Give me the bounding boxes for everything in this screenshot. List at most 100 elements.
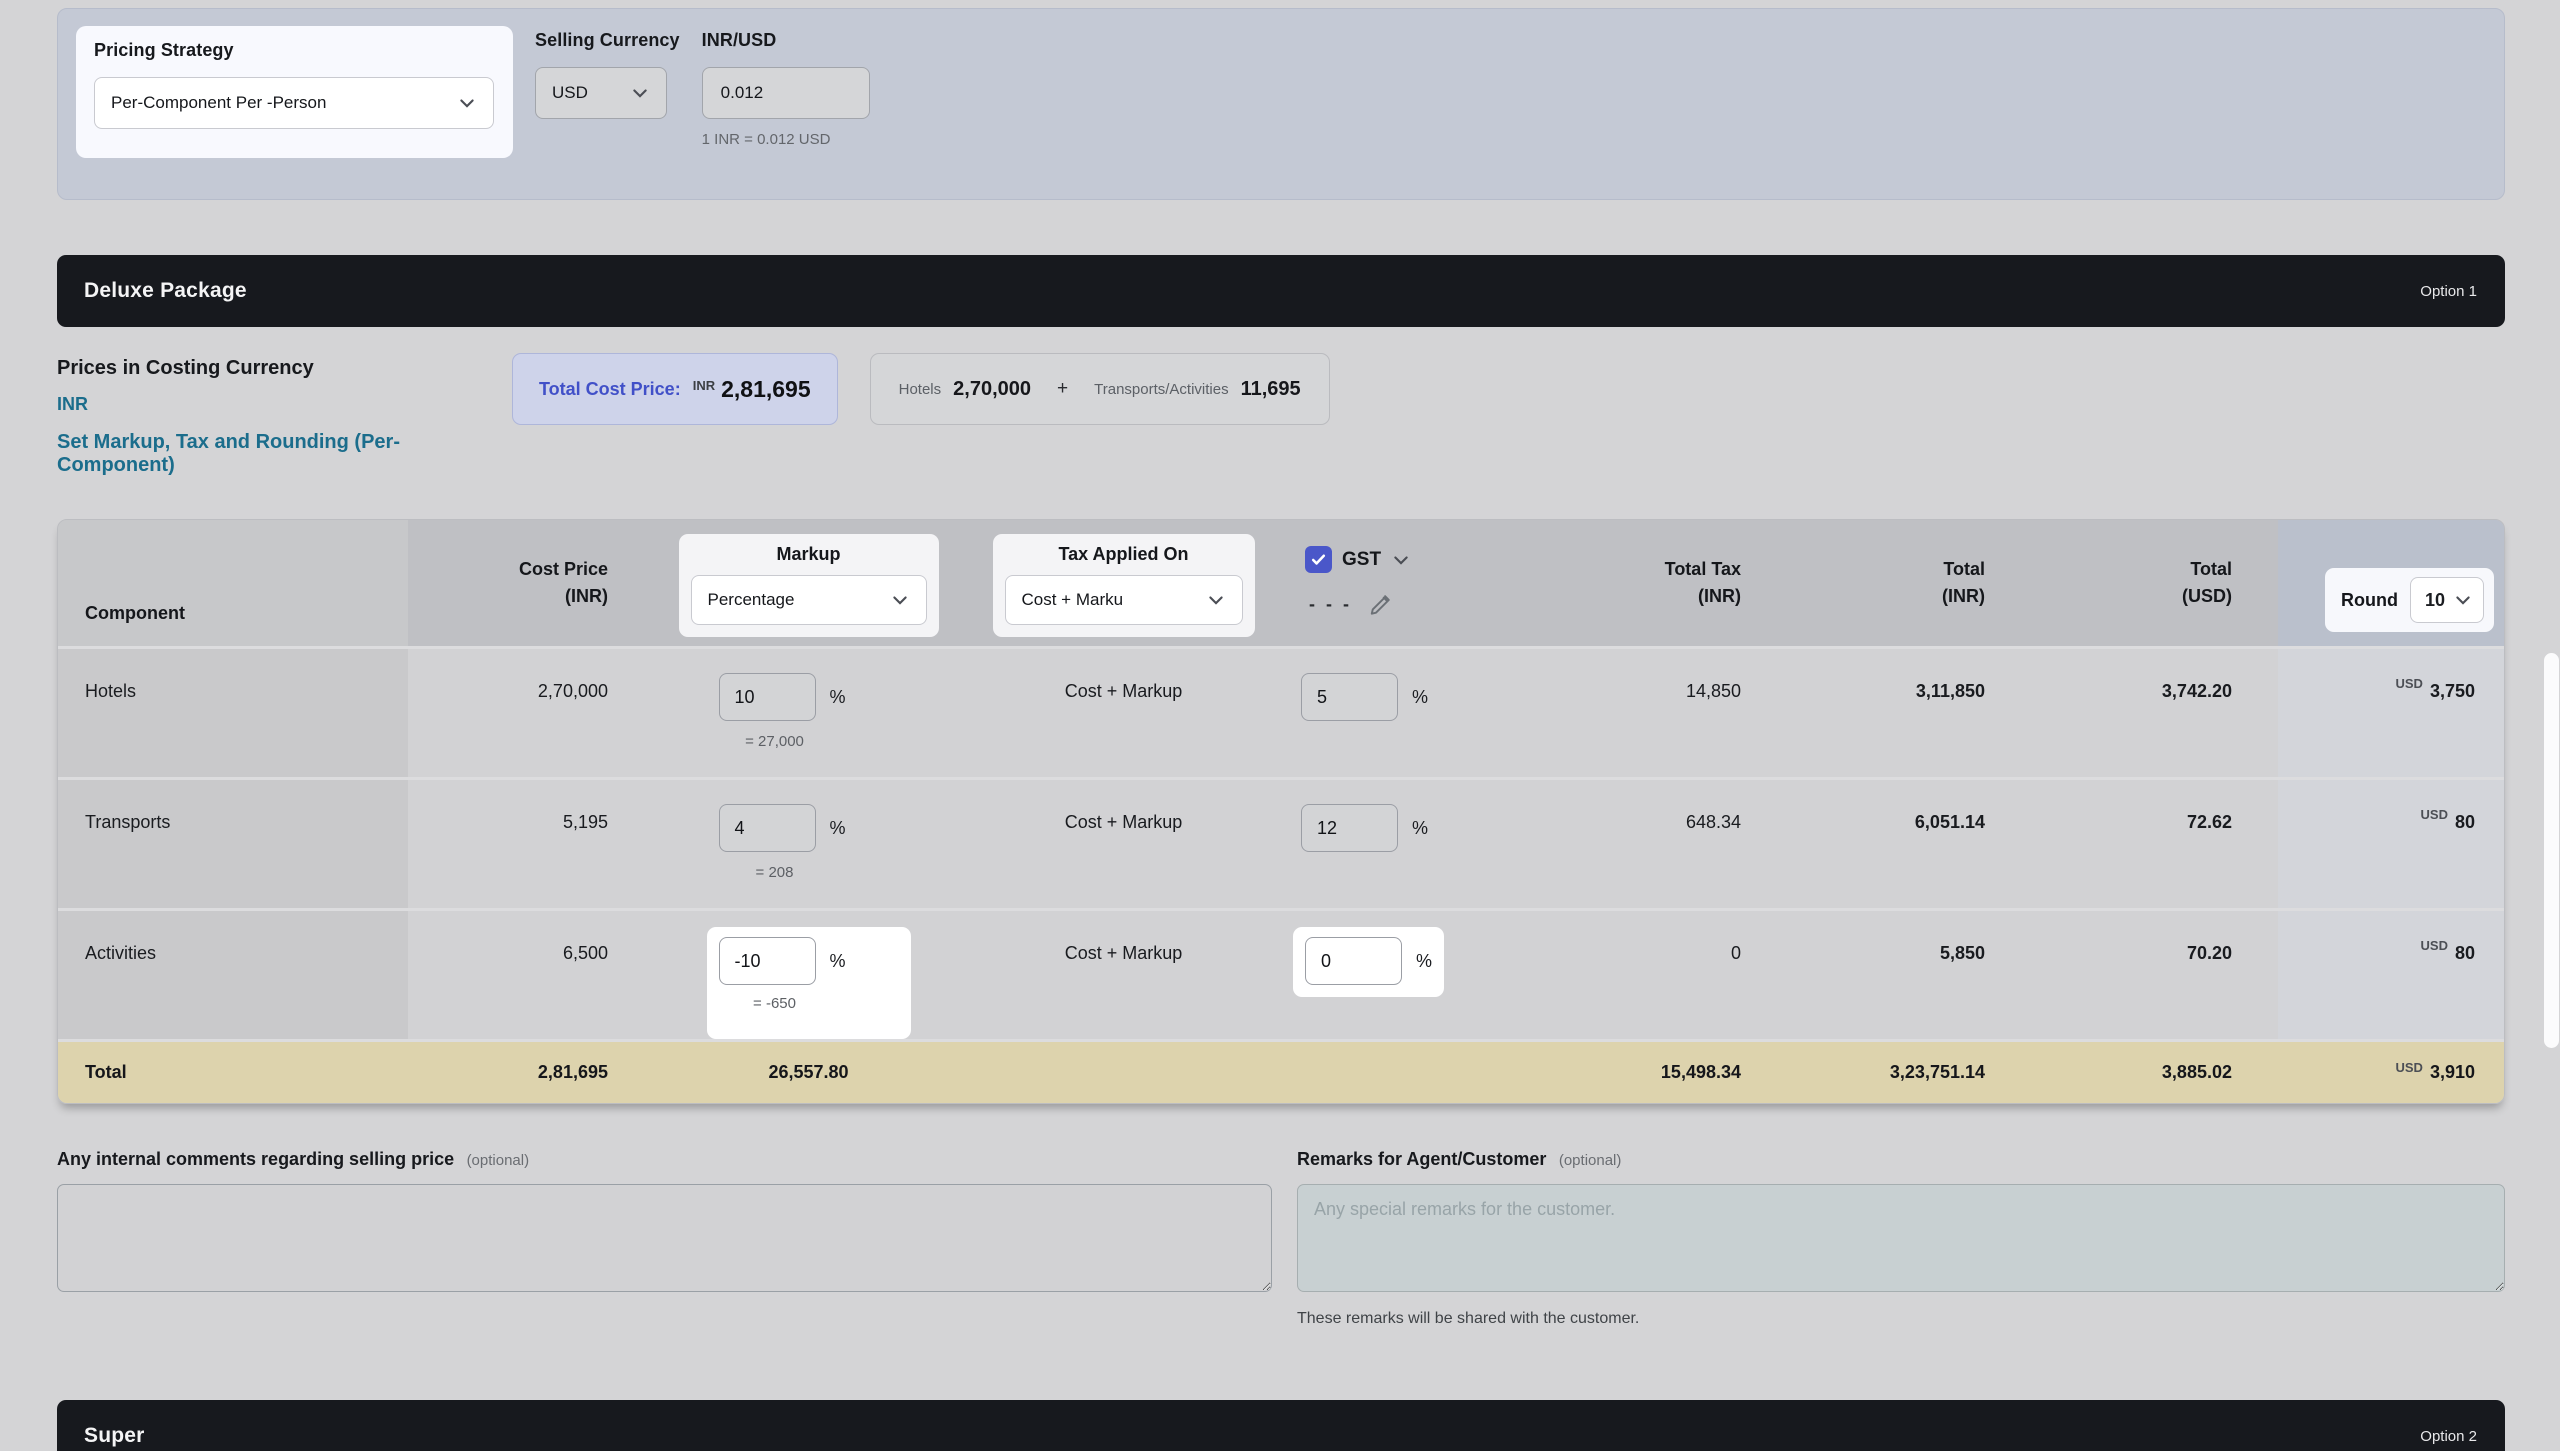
markup-equals: = 27,000: [719, 733, 831, 750]
package-option-badge: Option 1: [2420, 283, 2477, 300]
total-cost-currency: INR: [693, 378, 715, 393]
row-total-inr: 6,051.14: [1791, 780, 2031, 908]
row-total-tax: 648.34: [1531, 780, 1791, 908]
pricing-strategy-select[interactable]: Per-Component Per -Person: [94, 77, 494, 129]
total-rounded-usd: USD 3,910: [2278, 1062, 2504, 1083]
markup-equals: = -650: [719, 995, 831, 1012]
row-gst-cell: 5 %: [1281, 649, 1531, 777]
gst-header-label: GST: [1342, 549, 1381, 571]
table-row: Transports 5,195 4 % = 208 Cost + Markup…: [58, 777, 2504, 908]
header-markup: Markup Percentage: [651, 520, 966, 646]
row-markup-cell: 4 % = 208: [651, 780, 966, 908]
remarks-optional: (optional): [1559, 1152, 1622, 1169]
table-row: Hotels 2,70,000 10 % = 27,000 Cost + Mar…: [58, 646, 2504, 777]
markup-mode-value: Percentage: [708, 590, 795, 610]
remarks-textarea[interactable]: [1297, 1184, 2505, 1292]
tax-applied-select[interactable]: Cost + Marku: [1005, 575, 1243, 625]
next-package-header-bar[interactable]: Super Option 2: [57, 1400, 2505, 1451]
markup-input[interactable]: 4: [719, 804, 816, 852]
internal-comments-label: Any internal comments regarding selling …: [57, 1149, 454, 1169]
selling-currency-label: Selling Currency: [535, 30, 680, 51]
table-row: Activities 6,500 -10 % = -650 Cost + Mar…: [58, 908, 2504, 1039]
exchange-rate-value: 0.012: [721, 83, 764, 103]
markup-mode-select[interactable]: Percentage: [691, 575, 927, 625]
selling-currency-select[interactable]: USD: [535, 67, 667, 119]
gst-input[interactable]: 12: [1301, 804, 1398, 852]
row-rounded-usd: USD 80: [2278, 911, 2504, 1039]
next-package-option-badge: Option 2: [2420, 1428, 2477, 1445]
row-gst-cell: 0 %: [1281, 911, 1531, 1039]
row-total-usd: 3,742.20: [2031, 649, 2278, 777]
markup-input[interactable]: -10: [719, 937, 816, 985]
exchange-rate-hint: 1 INR = 0.012 USD: [702, 131, 870, 148]
percent-suffix: %: [830, 818, 846, 839]
markup-table: Component Cost Price (INR) Markup Percen…: [57, 519, 2505, 1104]
round-label: Round: [2341, 590, 2398, 611]
markup-input[interactable]: 10: [719, 673, 816, 721]
total-label: Total: [58, 1062, 408, 1083]
set-markup-link[interactable]: Set Markup, Tax and Rounding (Per-Compon…: [57, 431, 512, 477]
round-value: 10: [2425, 590, 2445, 611]
plus-sign: +: [1057, 378, 1068, 400]
round-select[interactable]: 10: [2410, 577, 2484, 623]
percent-suffix: %: [1416, 951, 1432, 972]
header-total-usd: Total (USD): [2031, 520, 2278, 646]
total-cost-value: 2,81,695: [721, 376, 811, 403]
row-tax-applied: Cost + Markup: [966, 649, 1281, 777]
gst-input[interactable]: 5: [1301, 673, 1398, 721]
table-header-row: Component Cost Price (INR) Markup Percen…: [58, 520, 2504, 646]
transports-activities-label: Transports/Activities: [1094, 381, 1228, 398]
row-tax-applied: Cost + Markup: [966, 911, 1281, 1039]
next-package-title: Super: [84, 1424, 145, 1448]
package-title: Deluxe Package: [84, 279, 247, 303]
percent-suffix: %: [830, 687, 846, 708]
row-rounded-usd: USD 80: [2278, 780, 2504, 908]
header-round: Round 10: [2278, 520, 2504, 646]
exchange-rate-input[interactable]: 0.012: [702, 67, 870, 119]
header-gst: GST - - -: [1281, 520, 1531, 646]
row-component: Hotels: [58, 649, 408, 777]
row-gst-cell: 12 %: [1281, 780, 1531, 908]
row-markup-cell: -10 % = -650: [651, 911, 966, 1039]
markup-header-label: Markup: [691, 544, 927, 565]
pricing-strategy-panel: Pricing Strategy Per-Component Per -Pers…: [76, 26, 513, 158]
transports-activities-value: 11,695: [1241, 378, 1301, 401]
gst-rate-value: - - -: [1309, 594, 1352, 615]
edit-pencil-icon[interactable]: [1368, 591, 1394, 617]
percent-suffix: %: [1412, 818, 1428, 839]
internal-comments-textarea[interactable]: [57, 1184, 1272, 1292]
total-usd: 3,885.02: [2031, 1062, 2278, 1083]
total-cost-badge: Total Cost Price: INR 2,81,695: [512, 353, 838, 425]
header-tax-applied: Tax Applied On Cost + Marku: [966, 520, 1281, 646]
header-component: Component: [58, 520, 408, 646]
scrollbar[interactable]: [2544, 653, 2559, 1048]
chevron-down-icon: [2453, 590, 2473, 610]
prices-heading: Prices in Costing Currency: [57, 357, 512, 380]
total-cost-label: Total Cost Price:: [539, 379, 681, 400]
remarks-note: These remarks will be shared with the cu…: [1297, 1310, 2505, 1328]
chevron-down-icon: [1206, 590, 1226, 610]
selling-currency-value: USD: [552, 83, 588, 103]
row-cost-price: 6,500: [408, 911, 651, 1039]
row-total-usd: 70.20: [2031, 911, 2278, 1039]
gst-input[interactable]: 0: [1305, 937, 1402, 985]
chevron-down-icon[interactable]: [1391, 550, 1411, 570]
cost-breakdown-badge: Hotels 2,70,000 + Transports/Activities …: [870, 353, 1330, 425]
row-cost-price: 2,70,000: [408, 649, 651, 777]
row-cost-price: 5,195: [408, 780, 651, 908]
hotels-label: Hotels: [899, 381, 942, 398]
row-total-tax: 14,850: [1531, 649, 1791, 777]
tax-applied-header-label: Tax Applied On: [1005, 544, 1243, 565]
check-icon: [1310, 551, 1327, 568]
row-component: Transports: [58, 780, 408, 908]
row-total-tax: 0: [1531, 911, 1791, 1039]
pricing-strategy-label: Pricing Strategy: [94, 40, 495, 61]
gst-checkbox[interactable]: [1305, 546, 1332, 573]
package-header-bar[interactable]: Deluxe Package Option 1: [57, 255, 2505, 327]
row-component: Activities: [58, 911, 408, 1039]
pricing-strategy-value: Per-Component Per -Person: [111, 93, 326, 113]
header-total-tax: Total Tax (INR): [1531, 520, 1791, 646]
costing-currency-link[interactable]: INR: [57, 394, 512, 415]
total-tax: 15,498.34: [1531, 1062, 1791, 1083]
row-total-inr: 5,850: [1791, 911, 2031, 1039]
